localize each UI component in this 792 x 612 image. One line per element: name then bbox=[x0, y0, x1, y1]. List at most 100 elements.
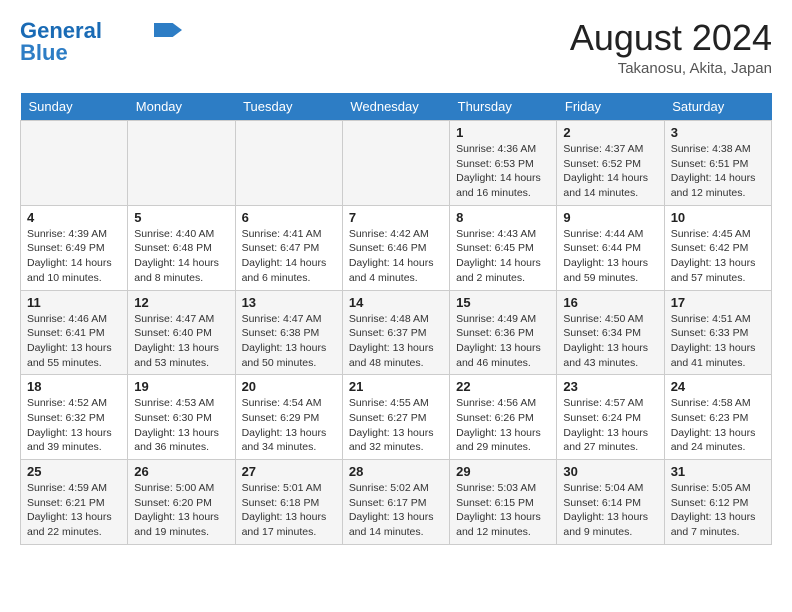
day-info: Sunrise: 4:45 AM Sunset: 6:42 PM Dayligh… bbox=[671, 227, 765, 286]
weekday-header-saturday: Saturday bbox=[664, 93, 771, 121]
calendar-cell: 10 Sunrise: 4:45 AM Sunset: 6:42 PM Dayli… bbox=[664, 205, 771, 290]
calendar-cell: 2 Sunrise: 4:37 AM Sunset: 6:52 PM Daylig… bbox=[557, 121, 664, 206]
day-number: 6 bbox=[242, 210, 336, 225]
day-number: 1 bbox=[456, 125, 550, 140]
day-number: 12 bbox=[134, 295, 228, 310]
day-info: Sunrise: 5:04 AM Sunset: 6:14 PM Dayligh… bbox=[563, 481, 657, 540]
calendar-week-row: 1Sunrise: 4:36 AM Sunset: 6:53 PM Daylig… bbox=[21, 121, 772, 206]
calendar-cell: 18Sunrise: 4:52 AM Sunset: 6:32 PM Dayli… bbox=[21, 375, 128, 460]
calendar-cell: 21Sunrise: 4:55 AM Sunset: 6:27 PM Dayli… bbox=[342, 375, 449, 460]
location-subtitle: Takanosu, Akita, Japan bbox=[570, 60, 772, 77]
title-block: August 2024 Takanosu, Akita, Japan bbox=[570, 20, 772, 77]
calendar-cell: 16Sunrise: 4:50 AM Sunset: 6:34 PM Dayli… bbox=[557, 290, 664, 375]
day-number: 14 bbox=[349, 295, 443, 310]
calendar-cell: 19 Sunrise: 4:53 AM Sunset: 6:30 PM Dayli… bbox=[128, 375, 235, 460]
day-info: Sunrise: 5:01 AM Sunset: 6:18 PM Dayligh… bbox=[242, 481, 336, 540]
day-info: Sunrise: 4:56 AM Sunset: 6:26 PM Dayligh… bbox=[456, 396, 550, 455]
page-header: General Blue August 2024 Takanosu, Akita… bbox=[20, 20, 772, 77]
calendar-cell: 11Sunrise: 4:46 AM Sunset: 6:41 PM Dayli… bbox=[21, 290, 128, 375]
calendar-cell: 15Sunrise: 4:49 AM Sunset: 6:36 PM Dayli… bbox=[450, 290, 557, 375]
day-info: Sunrise: 4:38 AM Sunset: 6:51 PM Dayligh… bbox=[671, 142, 765, 201]
calendar-week-row: 18Sunrise: 4:52 AM Sunset: 6:32 PM Dayli… bbox=[21, 375, 772, 460]
logo-blue: Blue bbox=[20, 42, 68, 64]
day-info: Sunrise: 5:05 AM Sunset: 6:12 PM Dayligh… bbox=[671, 481, 765, 540]
logo-text: General bbox=[20, 20, 102, 42]
day-info: Sunrise: 4:49 AM Sunset: 6:36 PM Dayligh… bbox=[456, 312, 550, 371]
logo: General Blue bbox=[20, 20, 182, 64]
day-info: Sunrise: 5:02 AM Sunset: 6:17 PM Dayligh… bbox=[349, 481, 443, 540]
weekday-header-tuesday: Tuesday bbox=[235, 93, 342, 121]
day-info: Sunrise: 4:57 AM Sunset: 6:24 PM Dayligh… bbox=[563, 396, 657, 455]
day-info: Sunrise: 4:47 AM Sunset: 6:38 PM Dayligh… bbox=[242, 312, 336, 371]
day-number: 5 bbox=[134, 210, 228, 225]
calendar-cell: 1Sunrise: 4:36 AM Sunset: 6:53 PM Daylig… bbox=[450, 121, 557, 206]
day-info: Sunrise: 4:50 AM Sunset: 6:34 PM Dayligh… bbox=[563, 312, 657, 371]
day-info: Sunrise: 4:51 AM Sunset: 6:33 PM Dayligh… bbox=[671, 312, 765, 371]
calendar-cell: 9 Sunrise: 4:44 AM Sunset: 6:44 PM Daylig… bbox=[557, 205, 664, 290]
calendar-cell: 26 Sunrise: 5:00 AM Sunset: 6:20 PM Dayli… bbox=[128, 460, 235, 545]
calendar-cell: 6 Sunrise: 4:41 AM Sunset: 6:47 PM Daylig… bbox=[235, 205, 342, 290]
day-number: 2 bbox=[563, 125, 657, 140]
day-number: 29 bbox=[456, 464, 550, 479]
logo-arrow-icon bbox=[154, 23, 182, 37]
day-number: 13 bbox=[242, 295, 336, 310]
day-info: Sunrise: 4:53 AM Sunset: 6:30 PM Dayligh… bbox=[134, 396, 228, 455]
weekday-header-sunday: Sunday bbox=[21, 93, 128, 121]
calendar-cell: 25 Sunrise: 4:59 AM Sunset: 6:21 PM Dayli… bbox=[21, 460, 128, 545]
day-info: Sunrise: 4:37 AM Sunset: 6:52 PM Dayligh… bbox=[563, 142, 657, 201]
day-number: 11 bbox=[27, 295, 121, 310]
day-number: 22 bbox=[456, 379, 550, 394]
day-info: Sunrise: 4:44 AM Sunset: 6:44 PM Dayligh… bbox=[563, 227, 657, 286]
day-number: 26 bbox=[134, 464, 228, 479]
day-number: 20 bbox=[242, 379, 336, 394]
day-info: Sunrise: 4:54 AM Sunset: 6:29 PM Dayligh… bbox=[242, 396, 336, 455]
day-number: 21 bbox=[349, 379, 443, 394]
calendar-table: SundayMondayTuesdayWednesdayThursdayFrid… bbox=[20, 93, 772, 545]
day-number: 10 bbox=[671, 210, 765, 225]
day-info: Sunrise: 4:52 AM Sunset: 6:32 PM Dayligh… bbox=[27, 396, 121, 455]
day-number: 25 bbox=[27, 464, 121, 479]
calendar-cell: 27 Sunrise: 5:01 AM Sunset: 6:18 PM Dayli… bbox=[235, 460, 342, 545]
day-info: Sunrise: 4:40 AM Sunset: 6:48 PM Dayligh… bbox=[134, 227, 228, 286]
day-number: 28 bbox=[349, 464, 443, 479]
day-info: Sunrise: 4:41 AM Sunset: 6:47 PM Dayligh… bbox=[242, 227, 336, 286]
calendar-week-row: 4Sunrise: 4:39 AM Sunset: 6:49 PM Daylig… bbox=[21, 205, 772, 290]
day-info: Sunrise: 4:59 AM Sunset: 6:21 PM Dayligh… bbox=[27, 481, 121, 540]
day-number: 24 bbox=[671, 379, 765, 394]
calendar-cell bbox=[235, 121, 342, 206]
day-info: Sunrise: 5:00 AM Sunset: 6:20 PM Dayligh… bbox=[134, 481, 228, 540]
day-number: 31 bbox=[671, 464, 765, 479]
day-info: Sunrise: 4:43 AM Sunset: 6:45 PM Dayligh… bbox=[456, 227, 550, 286]
day-number: 7 bbox=[349, 210, 443, 225]
calendar-cell: 23 Sunrise: 4:57 AM Sunset: 6:24 PM Dayli… bbox=[557, 375, 664, 460]
weekday-header-friday: Friday bbox=[557, 93, 664, 121]
calendar-cell: 20 Sunrise: 4:54 AM Sunset: 6:29 PM Dayli… bbox=[235, 375, 342, 460]
calendar-cell: 31 Sunrise: 5:05 AM Sunset: 6:12 PM Dayli… bbox=[664, 460, 771, 545]
calendar-cell: 22 Sunrise: 4:56 AM Sunset: 6:26 PM Dayli… bbox=[450, 375, 557, 460]
calendar-cell: 14 Sunrise: 4:48 AM Sunset: 6:37 PM Dayli… bbox=[342, 290, 449, 375]
calendar-week-row: 25 Sunrise: 4:59 AM Sunset: 6:21 PM Dayli… bbox=[21, 460, 772, 545]
day-number: 30 bbox=[563, 464, 657, 479]
calendar-cell: 13 Sunrise: 4:47 AM Sunset: 6:38 PM Dayli… bbox=[235, 290, 342, 375]
calendar-cell: 17 Sunrise: 4:51 AM Sunset: 6:33 PM Dayli… bbox=[664, 290, 771, 375]
month-year-title: August 2024 bbox=[570, 20, 772, 56]
calendar-cell: 8 Sunrise: 4:43 AM Sunset: 6:45 PM Daylig… bbox=[450, 205, 557, 290]
day-number: 19 bbox=[134, 379, 228, 394]
day-number: 17 bbox=[671, 295, 765, 310]
day-number: 8 bbox=[456, 210, 550, 225]
calendar-cell: 4Sunrise: 4:39 AM Sunset: 6:49 PM Daylig… bbox=[21, 205, 128, 290]
day-info: Sunrise: 4:42 AM Sunset: 6:46 PM Dayligh… bbox=[349, 227, 443, 286]
weekday-header-monday: Monday bbox=[128, 93, 235, 121]
day-number: 23 bbox=[563, 379, 657, 394]
calendar-cell: 24 Sunrise: 4:58 AM Sunset: 6:23 PM Dayli… bbox=[664, 375, 771, 460]
day-number: 27 bbox=[242, 464, 336, 479]
day-number: 3 bbox=[671, 125, 765, 140]
day-info: Sunrise: 4:58 AM Sunset: 6:23 PM Dayligh… bbox=[671, 396, 765, 455]
day-info: Sunrise: 4:47 AM Sunset: 6:40 PM Dayligh… bbox=[134, 312, 228, 371]
calendar-cell: 3 Sunrise: 4:38 AM Sunset: 6:51 PM Daylig… bbox=[664, 121, 771, 206]
day-number: 9 bbox=[563, 210, 657, 225]
calendar-cell bbox=[342, 121, 449, 206]
day-info: Sunrise: 4:48 AM Sunset: 6:37 PM Dayligh… bbox=[349, 312, 443, 371]
calendar-header: SundayMondayTuesdayWednesdayThursdayFrid… bbox=[21, 93, 772, 121]
day-info: Sunrise: 4:39 AM Sunset: 6:49 PM Dayligh… bbox=[27, 227, 121, 286]
